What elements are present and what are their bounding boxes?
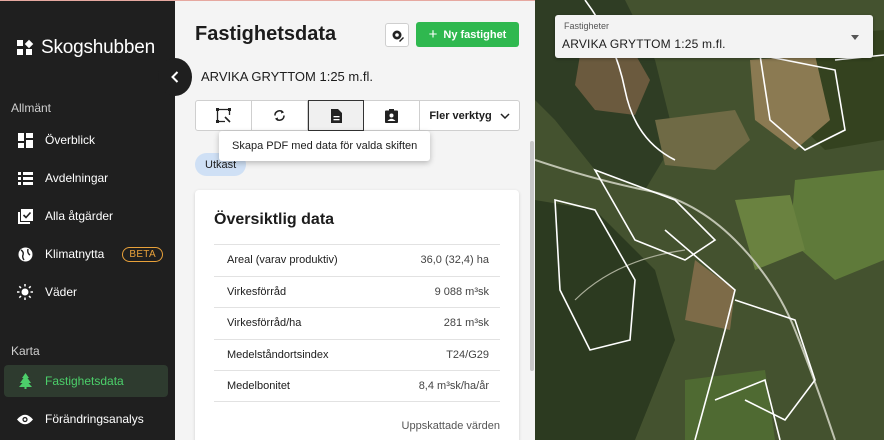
row-label: Medelbonitet	[227, 380, 290, 393]
sidebar-item-label: Alla åtgärder	[45, 209, 114, 223]
row-value: 8,4 m³sk/ha/år	[418, 380, 489, 393]
sidebar-item-climate[interactable]: Klimatnytta BETA	[4, 238, 168, 270]
tool-bar: Fler verktyg	[195, 100, 520, 131]
row-label: Virkesförråd	[227, 285, 287, 298]
dropdown-arrow-icon	[851, 35, 859, 40]
sync-button[interactable]	[252, 101, 308, 130]
property-select[interactable]: Fastigheter ARVIKA GRYTTOM 1:25 m.fl.	[555, 15, 873, 58]
page-title: Fastighetsdata	[195, 23, 337, 45]
row-value: 36,0 (32,4) ha	[420, 254, 490, 267]
new-property-label: Ny fastighet	[443, 28, 507, 41]
sidebar-item-all-actions[interactable]: Alla åtgärder	[4, 200, 168, 232]
brand-name: Skogshubben	[41, 37, 156, 58]
eye-icon	[17, 411, 33, 427]
map-view[interactable]: Fastigheter ARVIKA GRYTTOM 1:25 m.fl.	[535, 0, 884, 440]
brand-logo[interactable]: Skogshubben	[16, 37, 155, 59]
table-row: Virkesförråd/ha 281 m³sk	[214, 307, 500, 339]
row-value: 281 m³sk	[443, 317, 489, 330]
chevron-left-icon	[171, 71, 179, 83]
chevron-down-icon	[500, 112, 510, 119]
dashboard-icon	[17, 132, 33, 148]
row-label: Areal (varav produktiv)	[227, 254, 338, 267]
table-row: Medelbonitet 8,4 m³sk/ha/år	[214, 370, 500, 402]
row-label: Virkesförråd/ha	[227, 317, 302, 330]
row-label: Medelståndortsindex	[227, 349, 329, 362]
table-row: Medelståndortsindex T24/G29	[214, 338, 500, 371]
more-tools-label: Fler verktyg	[429, 109, 492, 122]
row-value: 9 088 m³sk	[434, 285, 489, 298]
assign-button[interactable]	[364, 101, 420, 130]
row-value: T24/G29	[446, 349, 489, 362]
sidebar-item-label: Avdelningar	[45, 171, 109, 185]
panel-scrollbar[interactable]	[530, 141, 534, 371]
sidebar-item-property-data[interactable]: Fastighetsdata	[4, 365, 168, 397]
edit-boundaries-button[interactable]	[196, 101, 252, 130]
property-panel: Fastighetsdata + Ny fastighet ARVIKA GRY…	[175, 0, 535, 440]
property-name: ARVIKA GRYTTOM 1:25 m.fl.	[201, 69, 373, 84]
gear-edit-icon	[392, 30, 404, 42]
checklist-icon	[17, 208, 33, 224]
sidebar-item-label: Väder	[45, 285, 78, 299]
sidebar-item-departments[interactable]: Avdelningar	[4, 162, 168, 194]
sidebar-item-label: Fastighetsdata	[45, 374, 124, 388]
polygon-edit-icon	[216, 108, 231, 123]
document-icon	[330, 108, 342, 123]
overview-table: Areal (varav produktiv) 36,0 (32,4) ha V…	[214, 244, 500, 402]
settings-button[interactable]	[385, 23, 409, 47]
section-label-map: Karta	[11, 344, 40, 358]
sidebar-item-label: Klimatnytta	[45, 247, 105, 261]
property-select-label: Fastigheter	[564, 21, 610, 31]
sidebar-item-weather[interactable]: Väder	[4, 276, 168, 308]
sidebar-item-label: Förändringsanalys	[45, 412, 144, 426]
new-property-button[interactable]: + Ny fastighet	[416, 22, 519, 47]
sidebar: Skogshubben Allmänt Överblick Avdelninga…	[0, 0, 175, 440]
list-icon	[17, 170, 33, 186]
sidebar-item-label: Överblick	[45, 133, 96, 147]
logo-icon	[17, 39, 34, 55]
create-pdf-button[interactable]	[308, 100, 364, 131]
property-select-value: ARVIKA GRYTTOM 1:25 m.fl.	[562, 37, 726, 51]
tree-icon	[17, 373, 33, 389]
section-label-general: Allmänt	[11, 101, 52, 115]
clipboard-user-icon	[385, 108, 398, 123]
sidebar-item-overview[interactable]: Överblick	[4, 124, 168, 156]
sync-icon	[274, 110, 285, 121]
collapse-sidebar-button[interactable]	[158, 58, 192, 96]
plus-icon: +	[428, 26, 438, 43]
overview-title: Översiktlig data	[214, 211, 335, 228]
overview-card: Översiktlig data Areal (varav produktiv)…	[195, 190, 519, 440]
estimate-footnote: Uppskattade värden	[401, 420, 500, 432]
satellite-map	[535, 0, 884, 440]
sun-icon	[17, 284, 33, 300]
tooltip: Skapa PDF med data för valda skiften	[219, 131, 431, 161]
sidebar-item-change-analysis[interactable]: Förändringsanalys	[4, 403, 168, 435]
beta-badge: BETA	[122, 246, 163, 262]
table-row: Virkesförråd 9 088 m³sk	[214, 275, 500, 308]
table-row: Areal (varav produktiv) 36,0 (32,4) ha	[214, 244, 500, 276]
globe-icon	[17, 246, 33, 262]
more-tools-dropdown[interactable]: Fler verktyg	[420, 101, 519, 130]
